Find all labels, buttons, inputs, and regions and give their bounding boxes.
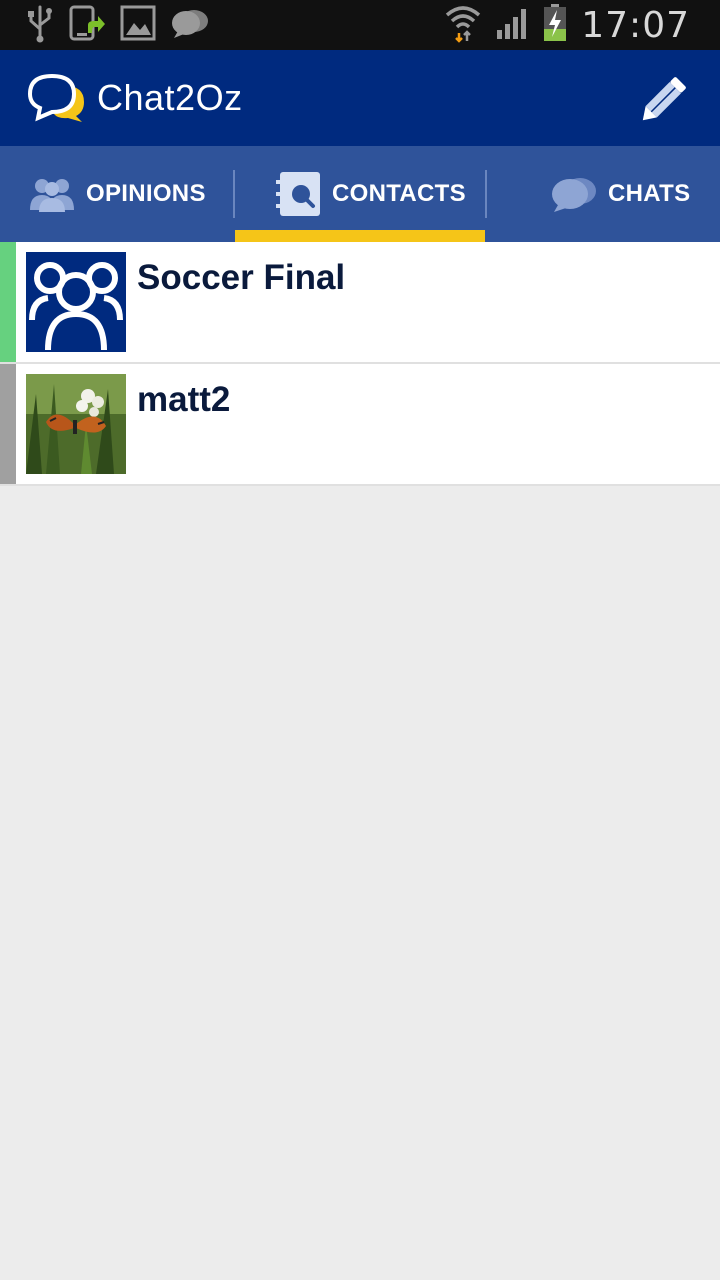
list-item[interactable]: Soccer Final [0,242,720,364]
tab-contacts[interactable]: CONTACTS [276,146,466,242]
tab-contacts-label: CONTACTS [332,180,466,207]
contacts-book-icon [276,170,322,218]
gallery-icon [120,5,156,46]
app-bar: Chat2Oz [0,50,720,146]
tab-divider [485,170,487,218]
people-icon [28,176,76,212]
butterfly-photo [26,374,126,474]
usb-icon [26,3,54,48]
compose-button[interactable] [632,70,696,128]
status-strip [0,242,16,362]
tab-bar: OPINIONS CONTACTS CHATS [0,146,720,242]
selected-tab-indicator [235,230,485,242]
status-time: 17:07 [581,4,690,46]
status-strip [0,364,16,484]
tab-chats-label: CHATS [608,180,691,207]
battery-charging-icon [543,3,567,47]
tab-chats[interactable]: CHATS [550,146,690,242]
list-item[interactable]: matt2 [0,364,720,486]
tab-opinions[interactable]: OPINIONS [28,146,206,242]
chat-bubbles-icon [550,175,598,213]
contact-name: matt2 [137,380,231,419]
pencil-icon [632,77,696,132]
contact-name: Soccer Final [137,258,346,297]
screenshot-upload-icon [68,3,106,48]
chat-bubbles-logo-icon[interactable] [26,72,88,124]
tab-divider [233,170,235,218]
status-bar: 17:07 [0,0,720,50]
contact-list: Soccer Final matt2 [0,242,720,486]
wifi-icon [445,3,481,48]
tab-opinions-label: OPINIONS [86,180,206,207]
group-icon [26,252,126,352]
signal-icon [495,6,529,45]
app-title: Chat2Oz [97,77,243,118]
chat-notification-icon [170,7,210,44]
